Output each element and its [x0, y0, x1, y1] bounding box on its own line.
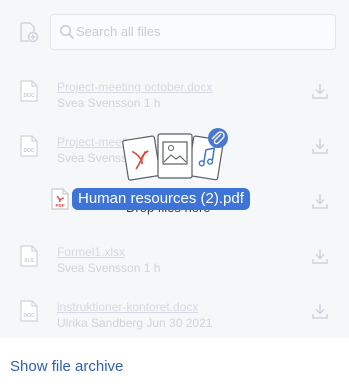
drag-ghost[interactable]: PDF Human resources (2).pdf	[48, 185, 280, 213]
pdf-file-icon: PDF	[51, 188, 69, 210]
drop-files-illustration	[120, 128, 232, 186]
file-panel: Search all files DOC Project-meeting oct…	[0, 0, 349, 338]
drag-file-name: Human resources (2).pdf	[72, 188, 250, 210]
show-file-archive-link[interactable]: Show file archive	[10, 358, 123, 375]
svg-text:PDF: PDF	[56, 203, 65, 208]
drop-zone-overlay[interactable]: Drop files here	[0, 0, 349, 338]
